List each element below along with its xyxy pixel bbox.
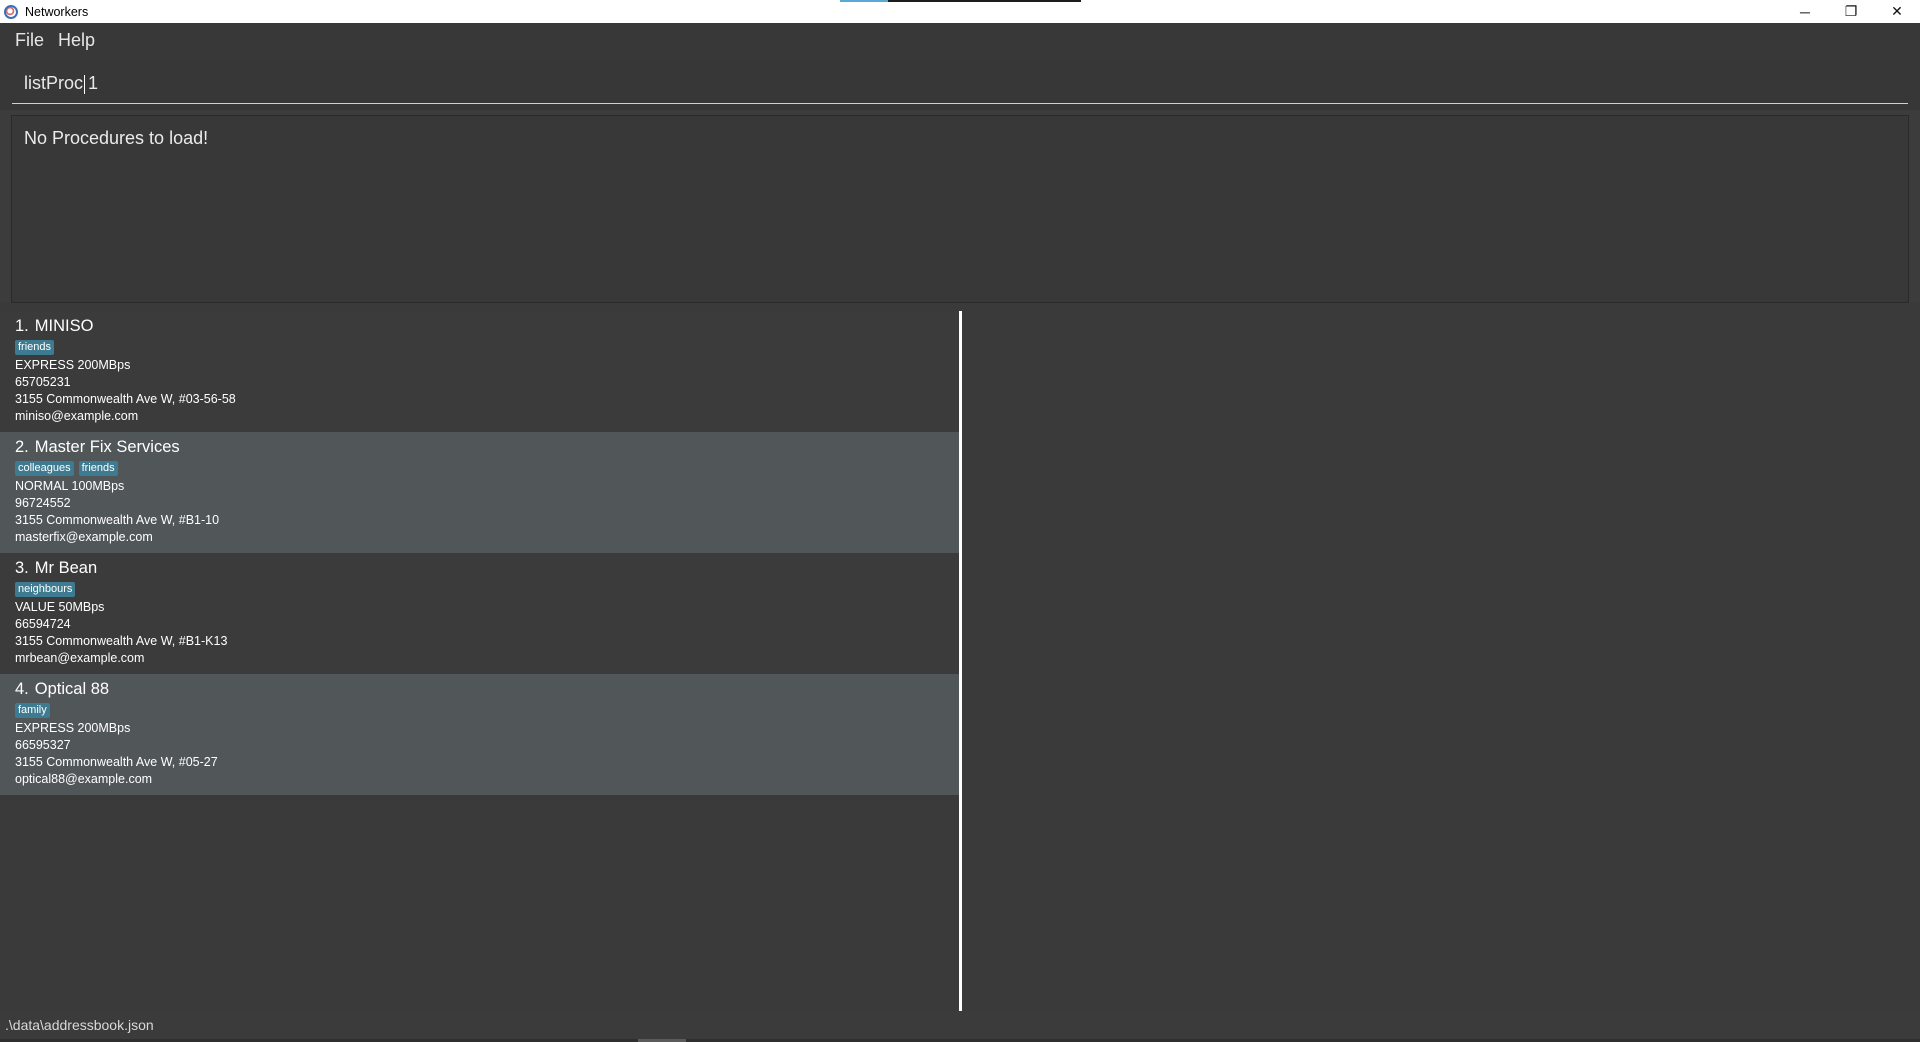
- tag-list: family: [15, 703, 944, 720]
- menu-bar: File Help: [0, 23, 1920, 58]
- title-accent-mark: [840, 0, 888, 2]
- person-plan: VALUE 50MBps: [15, 600, 105, 614]
- person-address: 3155 Commonwealth Ave W, #05-27: [15, 755, 218, 769]
- tag-list: neighbours: [15, 582, 944, 599]
- tag-list: friends: [15, 340, 944, 357]
- title-dark-mark: [888, 0, 1081, 2]
- person-index: 3.: [15, 559, 29, 577]
- person-index: 4.: [15, 680, 29, 698]
- window-title: Networkers: [25, 4, 89, 19]
- status-bar: .\data\addressbook.json: [0, 1011, 1920, 1039]
- person-card[interactable]: 1. MINISO friends EXPRESS 200MBps 657052…: [0, 311, 959, 432]
- person-name: Master Fix Services: [34, 438, 180, 456]
- minimize-button[interactable]: ─: [1782, 0, 1828, 23]
- separator-strip: [0, 303, 1920, 311]
- minimize-icon: ─: [1800, 3, 1810, 20]
- person-address: 3155 Commonwealth Ave W, #03-56-58: [15, 392, 236, 406]
- result-display: No Procedures to load!: [11, 115, 1909, 303]
- person-name: MINISO: [34, 317, 94, 335]
- person-phone: 66594724: [15, 617, 71, 631]
- text-caret: [84, 75, 85, 94]
- tag-badge: colleagues: [15, 461, 74, 476]
- maximize-button[interactable]: ❐: [1828, 0, 1874, 23]
- title-bar: Networkers ─ ❐ ✕: [0, 0, 1920, 23]
- tag-badge: friends: [78, 461, 118, 476]
- person-email: masterfix@example.com: [15, 530, 153, 544]
- person-index: 2.: [15, 438, 29, 456]
- command-box: [0, 58, 1920, 110]
- person-name: Mr Bean: [34, 559, 98, 577]
- save-file-path: .\data\addressbook.json: [5, 1017, 154, 1033]
- tag-list: colleagues friends: [15, 461, 944, 478]
- person-card[interactable]: 3. Mr Bean neighbours VALUE 50MBps 66594…: [0, 553, 959, 674]
- menu-file[interactable]: File: [8, 30, 51, 51]
- person-name: Optical 88: [34, 680, 110, 698]
- command-input[interactable]: [12, 64, 1908, 104]
- person-email: miniso@example.com: [15, 409, 139, 423]
- tag-badge: neighbours: [15, 582, 76, 597]
- close-icon: ✕: [1891, 3, 1903, 19]
- tag-badge: friends: [15, 340, 55, 355]
- restore-icon: ❐: [1844, 3, 1858, 19]
- person-plan: NORMAL 100MBps: [15, 479, 125, 493]
- result-text: No Procedures to load!: [24, 128, 209, 148]
- person-list[interactable]: 1. MINISO friends EXPRESS 200MBps 657052…: [0, 311, 959, 1011]
- window-controls: ─ ❐ ✕: [1782, 0, 1920, 23]
- person-phone: 66595327: [15, 738, 71, 752]
- person-email: mrbean@example.com: [15, 651, 145, 665]
- person-plan: EXPRESS 200MBps: [15, 358, 131, 372]
- person-phone: 96724552: [15, 496, 71, 510]
- person-card[interactable]: 4. Optical 88 family EXPRESS 200MBps 665…: [0, 674, 959, 795]
- person-address: 3155 Commonwealth Ave W, #B1-10: [15, 513, 220, 527]
- person-email: optical88@example.com: [15, 772, 153, 786]
- app-logo-icon: [4, 4, 18, 19]
- person-phone: 65705231: [15, 375, 71, 389]
- close-button[interactable]: ✕: [1874, 0, 1920, 23]
- person-card[interactable]: 2. Master Fix Services colleagues friend…: [0, 432, 959, 553]
- person-address: 3155 Commonwealth Ave W, #B1-K13: [15, 634, 228, 648]
- person-plan: EXPRESS 200MBps: [15, 721, 131, 735]
- menu-help[interactable]: Help: [51, 30, 102, 51]
- tag-badge: family: [15, 703, 50, 718]
- person-index: 1.: [15, 317, 29, 335]
- detail-panel: [962, 311, 1920, 1011]
